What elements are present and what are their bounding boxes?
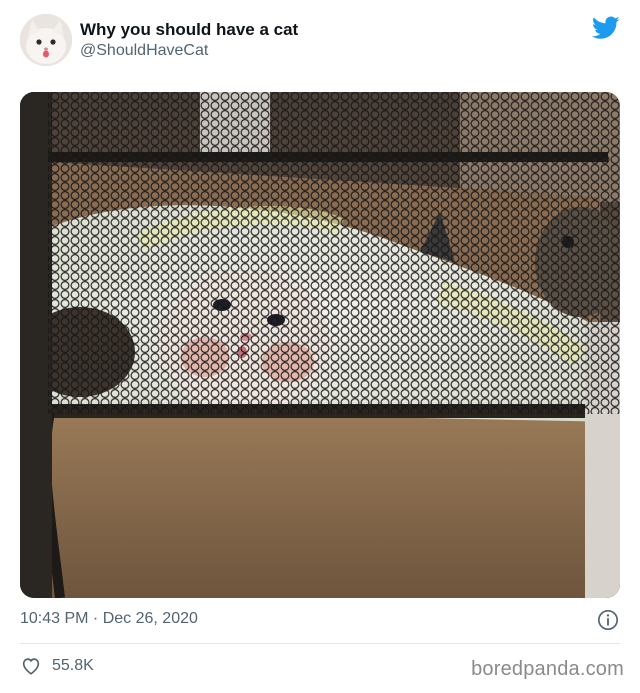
twitter-bird-icon[interactable]: [592, 16, 620, 40]
avatar[interactable]: [20, 14, 72, 66]
cat-face-avatar-icon: [20, 14, 72, 66]
tweet-photo[interactable]: [20, 92, 620, 598]
tweet-header: Why you should have a cat @ShouldHaveCat: [20, 12, 620, 72]
divider: [20, 643, 620, 644]
author-names: Why you should have a cat @ShouldHaveCat: [80, 20, 298, 61]
boredpanda-watermark: boredpanda.com: [471, 658, 624, 680]
user-handle[interactable]: @ShouldHaveCat: [80, 41, 298, 61]
tweet-card: Why you should have a cat @ShouldHaveCat: [0, 0, 640, 693]
like-count: 55.8K: [52, 657, 94, 674]
info-icon[interactable]: [597, 609, 619, 631]
display-name[interactable]: Why you should have a cat: [80, 20, 298, 40]
tweet-timestamp[interactable]: 10:43 PM · Dec 26, 2020: [20, 608, 198, 630]
cat-in-playpen-image: [20, 92, 620, 598]
heart-icon[interactable]: [20, 655, 42, 677]
like-action[interactable]: 55.8K: [20, 654, 94, 678]
